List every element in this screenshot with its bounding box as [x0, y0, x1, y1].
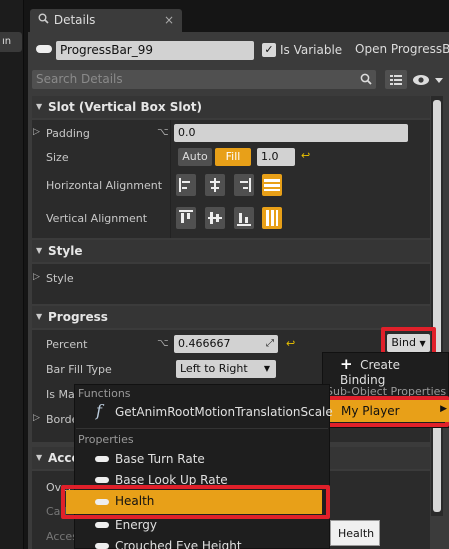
- chevron-down-icon: ▼: [419, 339, 426, 348]
- bar-fill-type-label: Bar Fill Type: [46, 363, 112, 376]
- reset-arrow-icon[interactable]: ↩: [286, 337, 295, 350]
- open-widget-link[interactable]: Open ProgressB: [355, 42, 449, 56]
- percent-label: Percent: [46, 338, 88, 351]
- valign-top-button[interactable]: [176, 207, 196, 229]
- is-variable-label: Is Variable: [280, 43, 343, 57]
- section-header-style[interactable]: ▼ Style: [32, 240, 430, 262]
- valign-bottom-button[interactable]: [234, 207, 254, 229]
- percent-field[interactable]: 0.466667 ⤢: [174, 335, 278, 353]
- float-pill-icon: [95, 543, 109, 549]
- property-item-health[interactable]: Health: [66, 490, 322, 514]
- function-item[interactable]: f GetAnimRootMotionTranslationScale: [76, 401, 333, 423]
- bar-fill-type-select[interactable]: Left to Right ▼: [176, 360, 276, 378]
- menu-separator: [76, 428, 328, 429]
- collapse-arrow-icon: ▼: [36, 102, 43, 111]
- eye-icon[interactable]: [412, 72, 446, 88]
- tab-details[interactable]: Details ×: [30, 9, 182, 32]
- divider: [170, 120, 171, 238]
- size-fill-button[interactable]: Fill: [215, 148, 251, 166]
- expand-arrow-icon[interactable]: ▷: [33, 127, 40, 137]
- close-icon[interactable]: ×: [164, 9, 174, 32]
- float-pill-icon: [95, 456, 109, 462]
- properties-header: Properties: [78, 433, 134, 446]
- functions-header: Functions: [78, 387, 131, 400]
- reset-icon: ⌥: [157, 127, 169, 138]
- padding-field[interactable]: 0.0: [174, 124, 408, 142]
- tooltip: Health: [330, 520, 380, 546]
- chevron-right-icon: ▶: [440, 404, 447, 414]
- left-tab-fragment[interactable]: ın: [0, 32, 22, 52]
- size-value-field[interactable]: 1.0: [257, 148, 295, 166]
- collapse-arrow-icon: ▼: [36, 312, 43, 321]
- chevron-down-icon: ▼: [263, 364, 270, 373]
- style-rows-bg: [32, 264, 430, 304]
- collapse-arrow-icon: ▼: [36, 453, 43, 462]
- widget-icon: [36, 45, 52, 53]
- padding-label: Padding: [46, 127, 90, 140]
- search-icon: [360, 73, 372, 88]
- align-fill-button[interactable]: [262, 174, 282, 196]
- collapse-arrow-icon: ▼: [36, 246, 43, 255]
- search-input[interactable]: Search Details: [32, 70, 376, 89]
- vertical-alignment-label: Vertical Alignment: [46, 212, 148, 225]
- size-auto-button[interactable]: Auto: [178, 148, 212, 166]
- bind-button[interactable]: Bind ▼: [387, 334, 430, 352]
- search-placeholder: Search Details: [36, 72, 123, 86]
- create-binding-item[interactable]: + Create Binding: [340, 355, 449, 387]
- align-center-button[interactable]: [205, 174, 225, 196]
- property-matrix-button[interactable]: [385, 70, 407, 89]
- section-header-progress[interactable]: ▼ Progress: [32, 306, 430, 328]
- valign-fill-button[interactable]: [262, 207, 282, 229]
- property-item-base-turn-rate[interactable]: Base Turn Rate: [76, 449, 328, 469]
- left-panel-strip: ın: [0, 0, 24, 549]
- float-pill-icon: [95, 522, 109, 528]
- horizontal-alignment-label: Horizontal Alignment: [46, 179, 163, 192]
- tab-label: Details: [53, 13, 96, 27]
- is-variable-checkbox[interactable]: ✓: [262, 43, 276, 57]
- expand-arrow-icon[interactable]: ▷: [33, 272, 40, 282]
- plus-icon: +: [340, 355, 353, 373]
- valign-center-button[interactable]: [205, 207, 225, 229]
- align-right-button[interactable]: [234, 174, 254, 196]
- float-pill-icon: [95, 499, 109, 505]
- reset-arrow-icon[interactable]: ↩: [301, 149, 310, 162]
- function-icon: f: [96, 401, 102, 420]
- float-pill-icon: [95, 477, 109, 483]
- scrollbar-thumb[interactable]: [433, 100, 441, 512]
- align-left-button[interactable]: [176, 174, 196, 196]
- expand-icon: ⤢: [266, 338, 274, 349]
- search-icon: [38, 9, 50, 32]
- property-item-crouched-eye-height[interactable]: Crouched Eye Height: [76, 536, 328, 549]
- is-marquee-label: Is Ma: [46, 388, 75, 401]
- widget-name-field[interactable]: ProgressBar_99: [56, 41, 254, 60]
- style-label: Style: [46, 272, 74, 285]
- property-item-energy[interactable]: Energy: [76, 515, 328, 535]
- reset-icon: ⌥: [157, 338, 169, 349]
- my-player-item[interactable]: My Player ▶: [325, 400, 449, 422]
- expand-arrow-icon[interactable]: ▷: [33, 413, 40, 423]
- size-label: Size: [46, 151, 69, 164]
- section-header-slot[interactable]: ▼ Slot (Vertical Box Slot): [32, 96, 430, 118]
